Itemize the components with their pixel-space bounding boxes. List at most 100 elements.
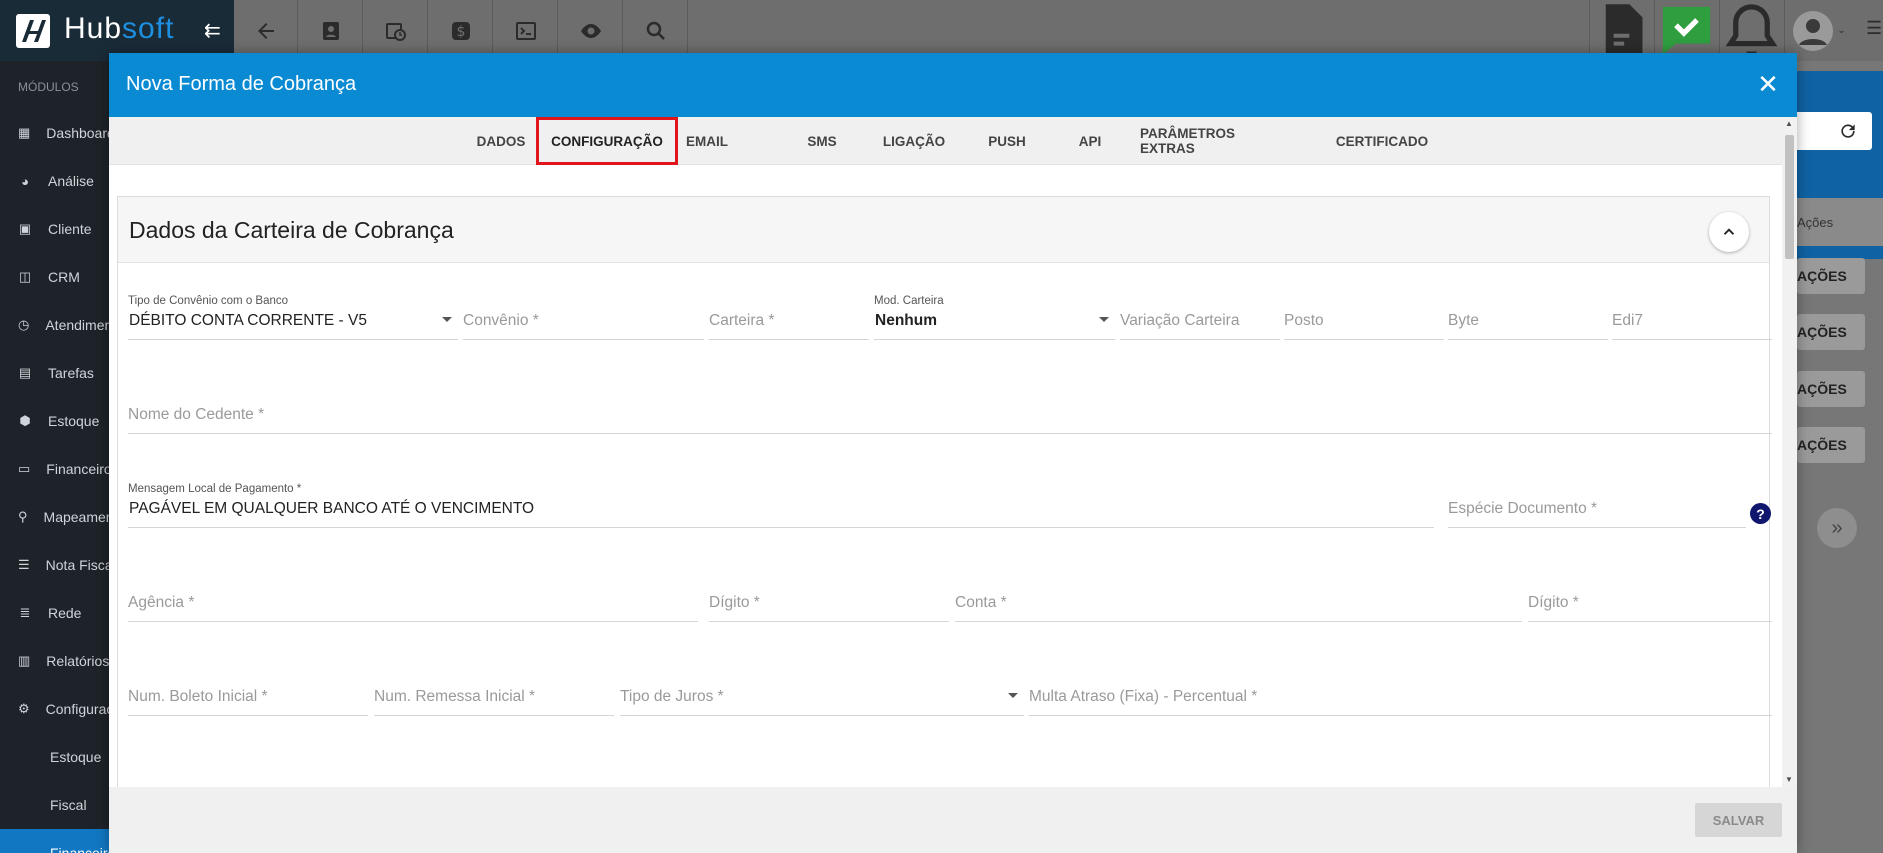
multa-atraso-input[interactable]: Multa Atraso (Fixa) - Percentual * bbox=[1029, 671, 1772, 716]
tab-parametros-extras[interactable]: PARÂMETROS EXTRAS bbox=[1140, 117, 1292, 165]
variacao-carteira-input[interactable]: Variação Carteira bbox=[1120, 295, 1280, 340]
multa-atraso-placeholder: Multa Atraso (Fixa) - Percentual * bbox=[1029, 688, 1258, 705]
pdf-button[interactable] bbox=[1589, 0, 1653, 61]
convenio-input[interactable]: Convênio * bbox=[463, 295, 704, 340]
dollar-icon: $ bbox=[451, 21, 470, 40]
more-icon[interactable]: ☰ bbox=[1866, 18, 1882, 39]
next-page-icon[interactable]: » bbox=[1817, 508, 1857, 548]
sidebar-item-tarefas[interactable]: ▤ Tarefas bbox=[0, 349, 109, 397]
refresh-button[interactable] bbox=[1794, 112, 1872, 150]
conta-placeholder: Conta * bbox=[955, 594, 1007, 611]
digito-conta-input[interactable]: Dígito * bbox=[1528, 577, 1772, 622]
terminal-button[interactable] bbox=[494, 0, 558, 61]
clients-button[interactable] bbox=[299, 0, 363, 61]
mensagem-local-input[interactable]: Mensagem Local de Pagamento * PAGÁVEL EM… bbox=[128, 483, 1434, 528]
scroll-down-icon[interactable]: ▼ bbox=[1785, 775, 1793, 784]
carteira-placeholder: Carteira * bbox=[709, 312, 775, 329]
scrollbar-thumb[interactable] bbox=[1785, 135, 1794, 259]
tipo-juros-placeholder: Tipo de Juros * bbox=[620, 688, 724, 705]
actions-button[interactable]: AÇÕES bbox=[1797, 371, 1865, 407]
sidebar-item-cliente[interactable]: ▣ Cliente bbox=[0, 205, 109, 253]
sidebar-item-label: Atendimento bbox=[45, 317, 109, 333]
sidebar-item-label: Estoque bbox=[48, 413, 100, 429]
num-boleto-input[interactable]: Num. Boleto Inicial * bbox=[128, 671, 368, 716]
calendar-clock-icon: ◷ bbox=[18, 317, 30, 332]
edi7-input[interactable]: Edi7 bbox=[1612, 295, 1772, 340]
sidebar-item-mapeamento[interactable]: ⚲ Mapeamento bbox=[0, 493, 109, 541]
back-button[interactable] bbox=[234, 0, 298, 61]
modal-body: Dados da Carteira de Cobrança Tipo de Co… bbox=[109, 165, 1782, 787]
logo-text-soft: soft bbox=[122, 12, 175, 45]
tab-push[interactable]: PUSH bbox=[977, 117, 1037, 165]
tab-certificado[interactable]: CERTIFICADO bbox=[1327, 117, 1437, 165]
dropdown-caret-icon bbox=[1099, 317, 1109, 322]
sidebar-item-atendimento[interactable]: ◷ Atendimento bbox=[0, 301, 109, 349]
tab-dados[interactable]: DADOS bbox=[461, 117, 541, 165]
sidebar-item-nota-fiscal[interactable]: ☰ Nota Fiscal bbox=[0, 541, 109, 589]
agencia-input[interactable]: Agência * bbox=[128, 577, 698, 622]
dropdown-caret-icon bbox=[1008, 693, 1018, 698]
especie-documento-input[interactable]: Espécie Documento * bbox=[1448, 483, 1746, 528]
carteira-input[interactable]: Carteira * bbox=[709, 295, 869, 340]
tab-configuracao[interactable]: CONFIGURAÇÃO bbox=[536, 117, 678, 165]
sidebar-item-label: Relatórios bbox=[46, 653, 109, 669]
byte-input[interactable]: Byte bbox=[1448, 295, 1608, 340]
contact-card-icon: ▣ bbox=[18, 221, 32, 236]
especie-documento-placeholder: Espécie Documento * bbox=[1448, 500, 1598, 517]
chevron-down-icon: ⌄ bbox=[1837, 25, 1846, 36]
sidebar-item-crm[interactable]: ◫ CRM bbox=[0, 253, 109, 301]
sidebar-item-analise[interactable]: ◕ Análise bbox=[0, 157, 109, 205]
search-button[interactable] bbox=[624, 0, 688, 61]
tab-email[interactable]: EMAIL bbox=[679, 117, 735, 165]
modal-scrollbar[interactable]: ▲ ▼ bbox=[1782, 117, 1797, 787]
sidebar: MÓDULOS ▦ Dashboard ◕ Análise ▣ Cliente ◫ CR… bbox=[0, 61, 109, 853]
close-icon[interactable]: ✕ bbox=[1755, 71, 1781, 97]
conta-input[interactable]: Conta * bbox=[955, 577, 1522, 622]
sidebar-item-configuracoes[interactable]: ⚙ Configurações bbox=[0, 685, 109, 733]
mensagem-local-label: Mensagem Local de Pagamento * bbox=[128, 483, 302, 495]
posto-input[interactable]: Posto bbox=[1284, 295, 1444, 340]
list-icon: ☰ bbox=[18, 557, 30, 572]
scroll-up-icon[interactable]: ▲ bbox=[1785, 119, 1793, 128]
actions-button[interactable]: AÇÕES bbox=[1797, 314, 1865, 350]
sidebar-subitem-estoque[interactable]: Estoque bbox=[0, 733, 109, 781]
sidebar-item-financeiro[interactable]: ▭ Financeiro bbox=[0, 445, 109, 493]
mod-carteira-select[interactable]: Mod. Carteira Nenhum bbox=[874, 295, 1115, 340]
help-icon[interactable]: ? bbox=[1750, 503, 1771, 524]
tab-api[interactable]: API bbox=[1067, 117, 1113, 165]
tab-ligacao[interactable]: LIGAÇÃO bbox=[879, 117, 949, 165]
notifications-button[interactable] bbox=[1719, 0, 1783, 61]
modal-footer: SALVAR bbox=[109, 787, 1797, 853]
save-button[interactable]: SALVAR bbox=[1695, 803, 1782, 837]
sidebar-item-rede[interactable]: ≣ Rede bbox=[0, 589, 109, 637]
nome-cedente-input[interactable]: Nome do Cedente * bbox=[128, 389, 1772, 434]
posto-placeholder: Posto bbox=[1284, 312, 1324, 329]
modal-tabs: DADOS CONFIGURAÇÃO EMAIL SMS LIGAÇÃO PUS… bbox=[109, 117, 1782, 165]
user-menu[interactable]: ⌄ bbox=[1784, 0, 1854, 61]
tab-sms[interactable]: SMS bbox=[795, 117, 849, 165]
sidebar-item-estoque[interactable]: ⬢ Estoque bbox=[0, 397, 109, 445]
tipo-convenio-label: Tipo de Convênio com o Banco bbox=[128, 295, 289, 307]
finance-button[interactable]: $ bbox=[429, 0, 493, 61]
money-icon: ▭ bbox=[18, 461, 31, 476]
digito-agencia-input[interactable]: Dígito * bbox=[709, 577, 949, 622]
sidebar-item-label: Financeiro bbox=[46, 461, 109, 477]
messages-button[interactable] bbox=[1654, 0, 1718, 61]
search-icon bbox=[646, 21, 665, 40]
actions-button[interactable]: AÇÕES bbox=[1797, 427, 1865, 463]
collapse-card-button[interactable] bbox=[1709, 212, 1749, 252]
sidebar-subitem-fiscal[interactable]: Fiscal bbox=[0, 781, 109, 829]
tipo-juros-select[interactable]: Tipo de Juros * bbox=[620, 671, 1024, 716]
sidebar-item-label: Configurações bbox=[45, 701, 109, 717]
schedule-button[interactable] bbox=[364, 0, 428, 61]
collapse-menu-icon[interactable]: ⇇ bbox=[204, 18, 221, 43]
pie-chart-icon: ◕ bbox=[21, 173, 29, 189]
tipo-convenio-select[interactable]: Tipo de Convênio com o Banco DÉBITO CONT… bbox=[128, 295, 458, 340]
actions-button[interactable]: AÇÕES bbox=[1797, 258, 1865, 294]
num-remessa-input[interactable]: Num. Remessa Inicial * bbox=[374, 671, 614, 716]
sidebar-item-dashboard[interactable]: ▦ Dashboard bbox=[0, 109, 109, 157]
tipo-convenio-value: DÉBITO CONTA CORRENTE - V5 bbox=[129, 312, 367, 329]
view-button[interactable] bbox=[559, 0, 623, 61]
sidebar-item-relatorios[interactable]: ▥ Relatórios bbox=[0, 637, 109, 685]
sidebar-subitem-financeiro[interactable]: Financeiro bbox=[0, 829, 109, 853]
